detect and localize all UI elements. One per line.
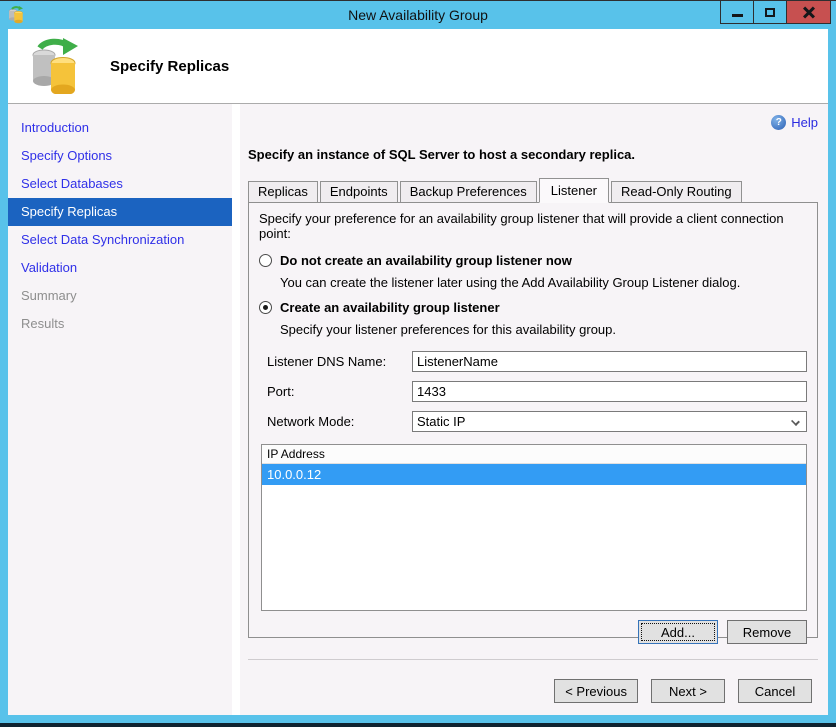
tab-backup-preferences[interactable]: Backup Preferences (399, 181, 537, 202)
ip-address-row[interactable]: 10.0.0.12 (262, 464, 806, 485)
radio-no-listener[interactable] (259, 254, 272, 267)
page-title: Specify Replicas (110, 57, 230, 75)
sidebar-item-specify-replicas[interactable]: Specify Replicas (8, 198, 232, 226)
listener-dns-name-input[interactable] (412, 351, 807, 372)
page-instruction: Specify an instance of SQL Server to hos… (248, 147, 636, 162)
listener-tab-page: Specify your preference for an availabil… (248, 202, 818, 644)
help-label: Help (791, 114, 818, 130)
remove-button[interactable]: Remove (727, 620, 807, 644)
tab-listener[interactable]: Listener (538, 178, 610, 203)
tab-read-only-routing[interactable]: Read-Only Routing (611, 181, 742, 202)
help-icon: ? (771, 114, 787, 130)
replicas-database-icon (32, 38, 78, 94)
radio-no-listener-label[interactable]: Do not create an availability group list… (280, 253, 572, 268)
radio-create-listener-label[interactable]: Create an availability group listener (280, 300, 500, 315)
sidebar-item-introduction[interactable]: Introduction (8, 114, 232, 142)
minimize-icon (731, 13, 743, 17)
cancel-button[interactable]: Cancel (738, 679, 812, 703)
window-controls (720, 1, 831, 24)
add-button[interactable]: Add... (638, 620, 718, 644)
maximize-icon (765, 7, 775, 17)
sidebar-item-results: Results (21, 316, 65, 331)
ip-address-column-header: IP Address (262, 445, 806, 464)
sidebar-item-select-databases[interactable]: Select Databases (8, 170, 232, 198)
tab-replicas[interactable]: Replicas (248, 181, 318, 202)
help-link[interactable]: ? Help (771, 114, 818, 130)
dialog-frame: Specify Replicas Introduction Specify Op… (8, 29, 828, 715)
listener-dns-name-label: Listener DNS Name: (267, 354, 387, 369)
window-bottom-edge (0, 723, 836, 727)
chevron-down-icon (791, 417, 800, 426)
radio-no-listener-description: You can create the listener later using … (280, 275, 741, 290)
radio-create-listener-description: Specify your listener preferences for th… (280, 322, 616, 337)
network-mode-label: Network Mode: (267, 414, 355, 429)
port-input[interactable] (412, 381, 807, 402)
page-header: Specify Replicas (8, 29, 828, 104)
sidebar-item-select-data-synchronization[interactable]: Select Data Synchronization (8, 226, 232, 254)
sidebar-item-specify-options[interactable]: Specify Options (8, 142, 232, 170)
previous-button[interactable]: < Previous (554, 679, 638, 703)
sidebar-item-validation[interactable]: Validation (8, 254, 232, 282)
window-title: New Availability Group (348, 7, 488, 23)
tab-endpoints[interactable]: Endpoints (319, 181, 398, 202)
ip-address-list[interactable]: IP Address 10.0.0.12 (261, 444, 807, 611)
title-bar: New Availability Group (0, 1, 836, 29)
tab-strip: Replicas Endpoints Backup Preferences Li… (248, 177, 818, 203)
close-icon (803, 6, 815, 18)
minimize-button[interactable] (721, 1, 754, 23)
network-mode-select[interactable]: Static IP (412, 411, 807, 432)
sidebar-item-summary: Summary (21, 288, 77, 303)
sidebar-divider (232, 104, 240, 715)
wizard-footer: < Previous Next > Cancel (248, 679, 818, 703)
wizard-steps-sidebar: Introduction Specify Options Select Data… (8, 104, 232, 715)
listener-intro-text: Specify your preference for an availabil… (259, 211, 784, 241)
network-mode-value: Static IP (417, 414, 466, 429)
footer-separator (248, 659, 818, 660)
wizard-window: New Availability Group Specify Replicas (0, 0, 836, 727)
main-panel: ? Help Specify an instance of SQL Server… (240, 104, 828, 715)
port-label: Port: (267, 384, 295, 399)
next-button[interactable]: Next > (651, 679, 725, 703)
close-button[interactable] (787, 1, 830, 23)
radio-create-listener[interactable] (259, 301, 272, 314)
maximize-button[interactable] (754, 1, 787, 23)
